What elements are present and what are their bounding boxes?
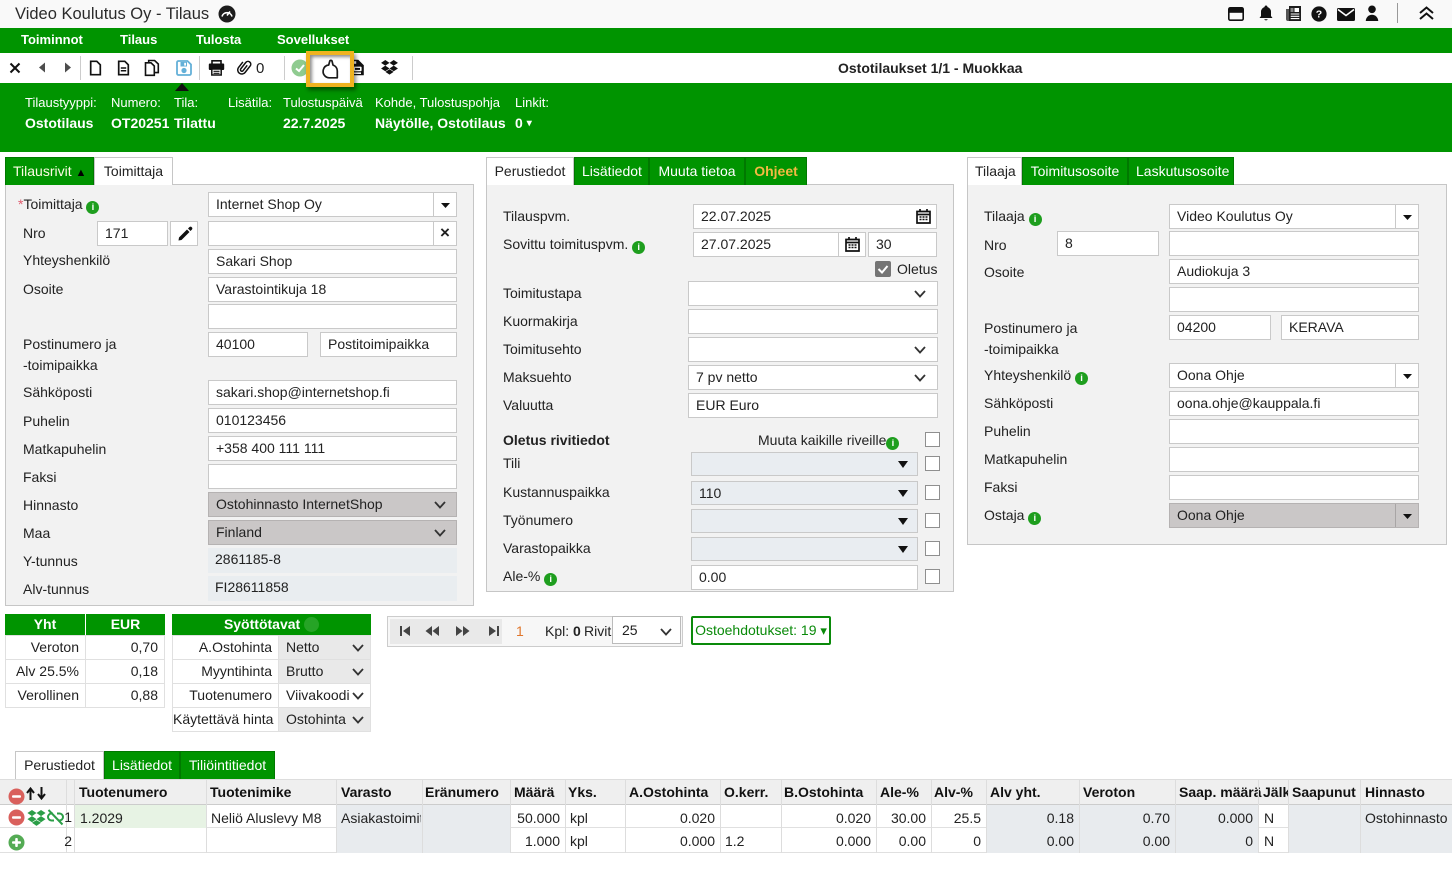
svg-text:?: ? [1316,9,1322,21]
